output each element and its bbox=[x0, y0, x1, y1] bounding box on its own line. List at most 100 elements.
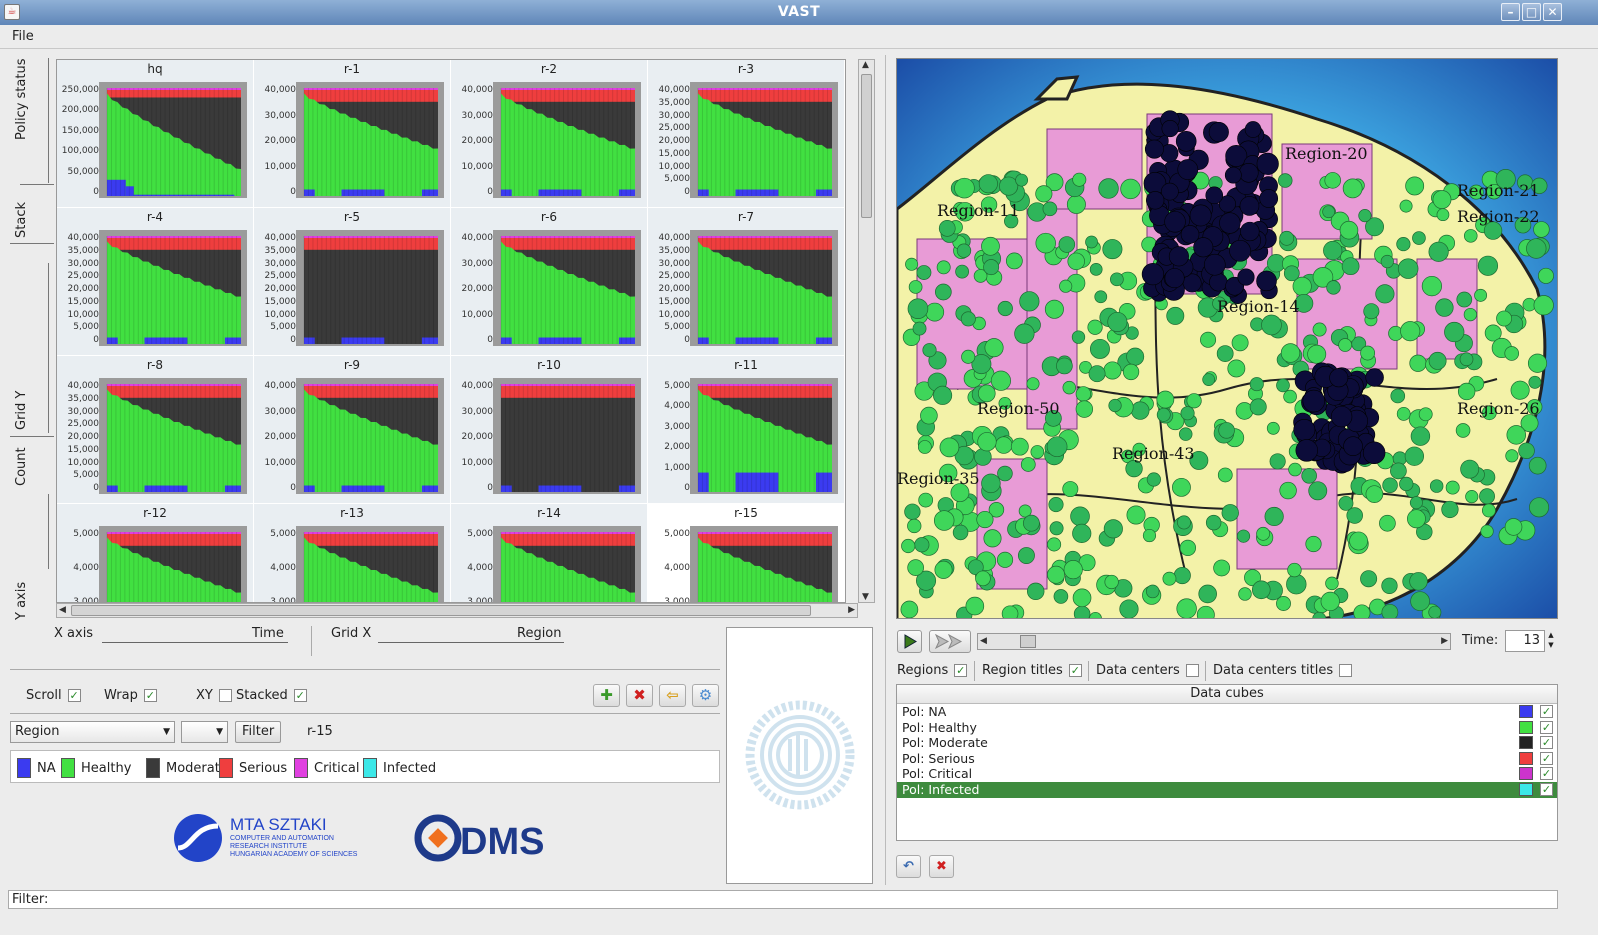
y-axis-label[interactable]: Y axis bbox=[14, 582, 29, 620]
scroll-down-icon[interactable]: ▼ bbox=[862, 592, 869, 602]
xy-option[interactable]: XY bbox=[196, 688, 232, 703]
chart-cell-r-6[interactable]: r-6 40,000 30,000 20,000 10,000 0 bbox=[451, 208, 648, 356]
data-cube-checkbox[interactable]: ✓ bbox=[1540, 767, 1553, 781]
time-slider[interactable]: ◀ ▶ bbox=[977, 633, 1451, 650]
stack-label[interactable]: Stack bbox=[14, 202, 29, 238]
time-spinner[interactable]: ▲ ▼ bbox=[1545, 630, 1557, 652]
scroll-up-icon[interactable]: ▲ bbox=[862, 60, 869, 70]
add-icon[interactable]: ✚ bbox=[593, 684, 620, 707]
chart-cell-r-12[interactable]: r-125,0004,0003,0002,000 bbox=[57, 504, 254, 602]
wrap-checkbox[interactable]: ✓ bbox=[143, 689, 157, 702]
chart-cell-r-8[interactable]: r-8 40,000 35,000 30,000 25,000 20,000 15,000 1… bbox=[57, 356, 254, 504]
data-cube-color-swatch[interactable] bbox=[1519, 751, 1533, 765]
slider-knob[interactable] bbox=[1020, 635, 1036, 648]
settings-icon[interactable]: ⚙ bbox=[692, 684, 719, 707]
delete-icon[interactable]: ✖ bbox=[929, 855, 954, 878]
map-canvas[interactable]: Region-20 Region-21 Region-22 Region-26 Regi… bbox=[897, 59, 1558, 619]
data-cube-checkbox[interactable]: ✓ bbox=[1540, 705, 1553, 718]
x-axis-value[interactable]: Time bbox=[252, 626, 284, 641]
back-arrow-icon[interactable]: ⇦ bbox=[659, 684, 686, 707]
remove-icon[interactable]: ✖ bbox=[626, 684, 653, 707]
region-titles-option[interactable]: Region titles ✓ bbox=[982, 663, 1082, 678]
chart-cell-r-9[interactable]: r-9 40,000 30,000 20,000 10,000 0 bbox=[254, 356, 451, 504]
count-label[interactable]: Count bbox=[14, 447, 29, 486]
data-cube-color-swatch[interactable] bbox=[1519, 782, 1533, 796]
fast-forward-button[interactable] bbox=[929, 630, 971, 653]
data-cube-color-swatch[interactable] bbox=[1519, 767, 1533, 781]
maximize-icon[interactable]: □ bbox=[1522, 3, 1541, 21]
chart-cell-r-7[interactable]: r-7 40,000 35,000 30,000 25,000 20,000 15,000 1… bbox=[648, 208, 845, 356]
time-input[interactable]: 13 bbox=[1505, 630, 1545, 652]
data-cube-row[interactable]: Pol: Critical ✓ bbox=[897, 766, 1557, 782]
data-centers-option[interactable]: Data centers bbox=[1096, 663, 1199, 678]
data-cube-row[interactable]: Pol: Healthy ✓ bbox=[897, 720, 1557, 736]
minimize-icon[interactable]: – bbox=[1501, 3, 1520, 21]
na-area bbox=[538, 485, 582, 492]
data-cube-row[interactable]: Pol: Serious ✓ bbox=[897, 751, 1557, 767]
data-cube-checkbox[interactable]: ✓ bbox=[1540, 736, 1553, 750]
stacked-checkbox[interactable]: ✓ bbox=[293, 689, 307, 702]
scroll-thumb[interactable] bbox=[861, 74, 872, 218]
spin-up-icon[interactable]: ▲ bbox=[1545, 630, 1557, 640]
slider-left-icon[interactable]: ◀ bbox=[980, 636, 987, 646]
region-combo[interactable]: Region ▼ bbox=[10, 721, 175, 743]
menu-file[interactable]: File bbox=[12, 29, 34, 44]
data-cube-row[interactable]: Pol: Moderate ✓ bbox=[897, 735, 1557, 751]
y-tick-labels: 40,000 35,000 30,000 25,000 20,000 15,000 10,0… bbox=[648, 82, 691, 198]
data-cubes-table[interactable]: Data cubes Pol: NA ✓ Pol: Healthy ✓ Pol: Mod… bbox=[896, 684, 1558, 841]
chart-cell-r-13[interactable]: r-135,0004,0003,0002,000 bbox=[254, 504, 451, 602]
scroll-option[interactable]: Scroll ✓ bbox=[26, 688, 81, 703]
agent-dot bbox=[907, 559, 924, 576]
policy-status-label[interactable]: Policy status bbox=[14, 59, 29, 140]
grid-x-value[interactable]: Region bbox=[517, 626, 562, 641]
chart-grid[interactable]: hq 250,000 200,000 150,000 100,000 50,000 0 r-1… bbox=[56, 59, 846, 603]
scroll-thumb[interactable] bbox=[71, 605, 811, 616]
data-cube-color-swatch[interactable] bbox=[1519, 705, 1533, 718]
grid-vertical-scrollbar[interactable]: ▲ ▼ bbox=[858, 59, 875, 603]
data-cube-checkbox[interactable]: ✓ bbox=[1540, 751, 1553, 765]
spin-down-icon[interactable]: ▼ bbox=[1545, 640, 1557, 650]
chart-cell-r-3[interactable]: r-3 40,000 35,000 30,000 25,000 20,000 15,000 1… bbox=[648, 60, 845, 208]
data-cube-color-swatch[interactable] bbox=[1519, 736, 1533, 750]
slider-right-icon[interactable]: ▶ bbox=[1441, 636, 1448, 646]
scroll-left-icon[interactable]: ◀ bbox=[59, 605, 66, 615]
regions-checkbox[interactable]: ✓ bbox=[954, 664, 968, 677]
chart-cell-r-15[interactable]: r-155,0004,0003,0002,000 bbox=[648, 504, 845, 602]
chart-cell-r-14[interactable]: r-145,0004,0003,0002,000 bbox=[451, 504, 648, 602]
chart-cell-r-10[interactable]: r-10 40,000 30,000 20,000 10,000 0 bbox=[451, 356, 648, 504]
agent-dot bbox=[1173, 566, 1191, 585]
data-centers-titles-checkbox[interactable] bbox=[1339, 664, 1353, 677]
close-icon[interactable]: ✕ bbox=[1543, 3, 1562, 21]
data-cube-row[interactable]: Pol: NA ✓ bbox=[897, 704, 1557, 720]
regions-option[interactable]: Regions ✓ bbox=[897, 663, 968, 678]
filter-button[interactable]: Filter bbox=[235, 721, 282, 743]
data-centers-titles-option[interactable]: Data centers titles bbox=[1213, 663, 1353, 678]
agent-dot bbox=[1176, 598, 1197, 618]
grid-horizontal-scrollbar[interactable]: ◀ ▶ bbox=[56, 603, 858, 618]
wrap-option[interactable]: Wrap ✓ bbox=[104, 688, 157, 703]
chart-cell-r-4[interactable]: r-4 40,000 35,000 30,000 25,000 20,000 15,000 1… bbox=[57, 208, 254, 356]
chart-cell-r-11[interactable]: r-11 5,000 4,000 3,000 2,000 1,000 0 bbox=[648, 356, 845, 504]
value-combo[interactable]: ▼ bbox=[181, 721, 228, 743]
region-map[interactable]: Region-20 Region-21 Region-22 Region-26 Regi… bbox=[896, 58, 1558, 619]
stacked-option[interactable]: Stacked ✓ bbox=[236, 688, 307, 703]
grid-y-label[interactable]: Grid Y bbox=[14, 391, 29, 430]
scroll-checkbox[interactable]: ✓ bbox=[67, 689, 81, 702]
split-divider[interactable] bbox=[885, 55, 886, 885]
chart-cell-r-5[interactable]: r-5 40,000 35,000 30,000 25,000 20,000 15,000 1… bbox=[254, 208, 451, 356]
data-cube-checkbox[interactable]: ✓ bbox=[1540, 782, 1553, 796]
filter-status-bar[interactable]: Filter: bbox=[8, 890, 1558, 909]
play-button[interactable] bbox=[897, 630, 922, 653]
chart-cell-hq[interactable]: hq 250,000 200,000 150,000 100,000 50,000 0 bbox=[57, 60, 254, 208]
agent-dot bbox=[1044, 299, 1064, 319]
xy-checkbox[interactable] bbox=[218, 689, 232, 702]
data-centers-checkbox[interactable] bbox=[1185, 664, 1199, 677]
scroll-right-icon[interactable]: ▶ bbox=[848, 605, 855, 615]
region-titles-checkbox[interactable]: ✓ bbox=[1068, 664, 1082, 677]
data-cube-color-swatch[interactable] bbox=[1519, 720, 1533, 734]
data-cube-checkbox[interactable]: ✓ bbox=[1540, 720, 1553, 734]
undo-icon[interactable]: ↶ bbox=[896, 855, 921, 878]
data-cube-row[interactable]: Pol: Infected ✓ bbox=[897, 781, 1557, 798]
chart-cell-r-2[interactable]: r-2 40,000 30,000 20,000 10,000 0 bbox=[451, 60, 648, 208]
chart-cell-r-1[interactable]: r-1 40,000 30,000 20,000 10,000 0 bbox=[254, 60, 451, 208]
